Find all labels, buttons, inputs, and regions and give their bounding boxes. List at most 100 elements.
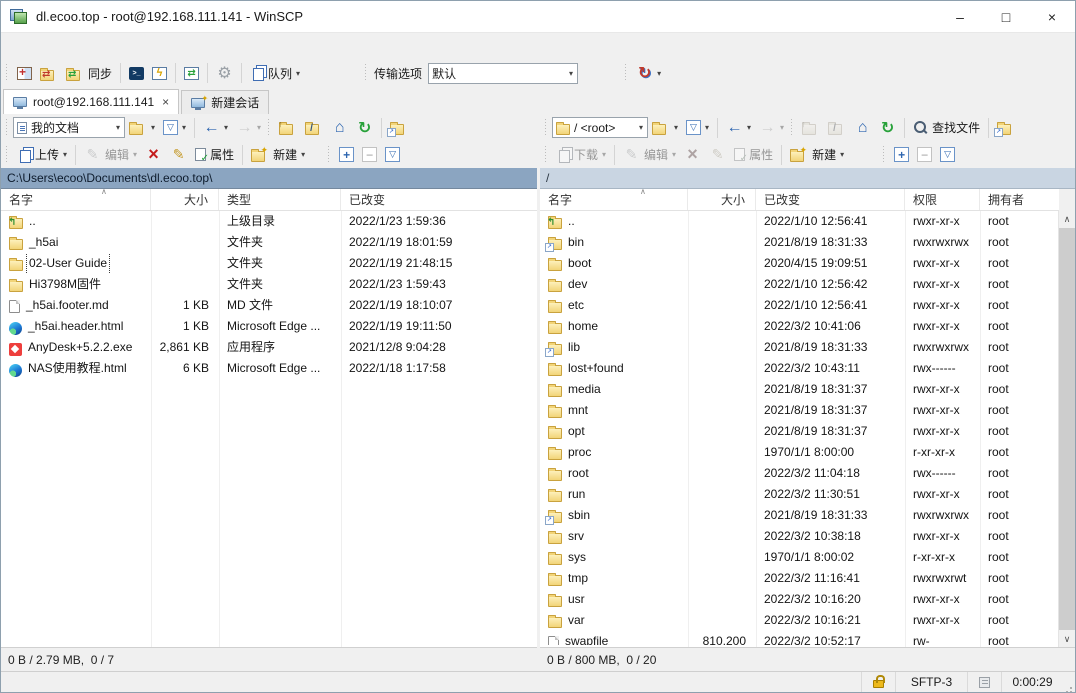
file-row[interactable]: _h5ai.footer.md 1 KB MD 文件 2022/1/19 18:… [1, 295, 537, 316]
toolbar-grip[interactable] [624, 64, 629, 82]
refresh-panels-button[interactable] [180, 61, 203, 85]
toolbar-grip[interactable] [544, 146, 549, 164]
file-row[interactable]: run 2022/3/2 11:30:51 rwxr-xr-x root [540, 484, 1059, 505]
file-row[interactable]: etc 2022/1/10 12:56:41 rwxr-xr-x root [540, 295, 1059, 316]
remote-select-button[interactable] [890, 143, 913, 167]
remote-selection-filter-button[interactable] [936, 143, 959, 167]
file-row[interactable]: .. 2022/1/10 12:56:41 rwxr-xr-x root [540, 211, 1059, 232]
local-rename-button[interactable] [166, 143, 191, 167]
close-button[interactable]: × [1029, 1, 1075, 32]
column-header-owner[interactable]: 拥有者 [980, 189, 1059, 210]
file-row[interactable]: bin 2021/8/19 18:31:33 rwxrwxrwx root [540, 232, 1059, 253]
local-follow-symlinks-button[interactable] [386, 116, 412, 140]
remote-follow-symlinks-button[interactable] [993, 116, 1019, 140]
file-row[interactable]: opt 2021/8/19 18:31:37 rwxr-xr-x root [540, 421, 1059, 442]
local-edit-button[interactable]: 编辑▾ [80, 143, 141, 167]
remote-forward-button[interactable]: ▾ [755, 116, 788, 140]
local-properties-button[interactable]: 属性 [191, 143, 238, 167]
preferences-button[interactable] [212, 61, 237, 85]
local-path-bar[interactable]: C:\Users\ecoo\Documents\dl.ecoo.top\ [1, 168, 537, 189]
toolbar-grip[interactable] [790, 119, 795, 137]
file-row[interactable]: swapfile 810,200 2022/3/2 10:52:17 rw- r… [540, 631, 1059, 645]
file-row[interactable]: media 2021/8/19 18:31:37 rwxr-xr-x root [540, 379, 1059, 400]
file-row[interactable]: NAS使用教程.html 6 KB Microsoft Edge ... 202… [1, 358, 537, 379]
local-open-dir-button[interactable]: ▾ [125, 116, 159, 140]
file-row[interactable]: tmp 2022/3/2 11:16:41 rwxrwxrwt root [540, 568, 1059, 589]
file-row[interactable]: dev 2022/1/10 12:56:42 rwxr-xr-x root [540, 274, 1059, 295]
file-row[interactable]: srv 2022/3/2 10:38:18 rwxr-xr-x root [540, 526, 1059, 547]
file-row[interactable]: lost+found 2022/3/2 10:43:11 rwx------ r… [540, 358, 1059, 379]
file-row[interactable]: Hi3798M固件 文件夹 2022/1/23 1:59:43 [1, 274, 537, 295]
remote-home-button[interactable] [850, 116, 875, 140]
remote-unselect-button[interactable] [913, 143, 936, 167]
file-row[interactable]: _h5ai.header.html 1 KB Microsoft Edge ..… [1, 316, 537, 337]
local-refresh-button[interactable] [352, 116, 377, 140]
toolbar-grip[interactable] [327, 146, 332, 164]
toolbar-grip[interactable] [267, 119, 272, 137]
local-home-button[interactable] [327, 116, 352, 140]
column-header-perms[interactable]: 权限 [905, 189, 980, 210]
open-terminal-button[interactable] [125, 61, 148, 85]
remote-path-bar[interactable]: / [540, 168, 1075, 189]
find-files-button[interactable]: 查找文件 [909, 116, 984, 140]
column-header-changed[interactable]: 已改变 [341, 189, 537, 210]
local-filter-button[interactable]: ▾ [159, 116, 190, 140]
local-new-button[interactable]: 新建▾ [247, 143, 309, 167]
transfer-preset-combo[interactable]: 默认 ▾ [428, 63, 578, 84]
new-session-tab[interactable]: 新建会话 [181, 90, 269, 114]
resize-grip[interactable] [1063, 680, 1075, 692]
local-parent-dir-button[interactable] [275, 116, 301, 140]
download-button[interactable]: 下载▾ [552, 143, 610, 167]
upload-button[interactable]: 上传▾ [13, 143, 71, 167]
toolbar-grip[interactable] [882, 146, 887, 164]
toolbar-grip[interactable] [5, 146, 10, 164]
layout-panels-button[interactable] [13, 61, 36, 85]
remote-open-dir-button[interactable]: ▾ [648, 116, 682, 140]
remote-back-button[interactable]: ▾ [722, 116, 755, 140]
local-unselect-button[interactable] [358, 143, 381, 167]
column-header-size[interactable]: 大小 [151, 189, 219, 210]
toolbar-grip[interactable] [364, 64, 369, 82]
remote-filter-button[interactable]: ▾ [682, 116, 713, 140]
local-delete-button[interactable] [141, 143, 166, 167]
toolbar-grip[interactable] [5, 119, 10, 137]
file-row[interactable]: lib 2021/8/19 18:31:33 rwxrwxrwx root [540, 337, 1059, 358]
open-putty-button[interactable] [148, 61, 171, 85]
file-row[interactable]: sys 1970/1/1 8:00:02 r-xr-xr-x root [540, 547, 1059, 568]
local-forward-button[interactable]: ▾ [232, 116, 265, 140]
file-row[interactable]: home 2022/3/2 10:41:06 rwxr-xr-x root [540, 316, 1059, 337]
local-select-button[interactable] [335, 143, 358, 167]
file-row[interactable]: proc 1970/1/1 8:00:00 r-xr-xr-x root [540, 442, 1059, 463]
remote-root-dir-button[interactable] [824, 116, 850, 140]
toolbar-grip[interactable] [544, 119, 549, 137]
session-tab[interactable]: root@192.168.111.141 × [3, 89, 179, 114]
scroll-up-icon[interactable] [1059, 211, 1075, 227]
column-header-name[interactable]: 名字 [1, 189, 151, 210]
scroll-down-icon[interactable] [1059, 631, 1075, 647]
column-header-changed[interactable]: 已改变 [756, 189, 905, 210]
local-drive-combo[interactable]: 我的文档 ▾ [13, 117, 125, 138]
local-selection-filter-button[interactable] [381, 143, 404, 167]
local-back-button[interactable]: ▾ [199, 116, 232, 140]
column-header-type[interactable]: 类型 [219, 189, 341, 210]
file-row[interactable]: AnyDesk+5.2.2.exe 2,861 KB 应用程序 2021/12/… [1, 337, 537, 358]
minimize-button[interactable]: – [937, 1, 983, 32]
toolbar-grip[interactable] [5, 64, 10, 82]
remote-new-button[interactable]: 新建▾ [786, 143, 848, 167]
remote-properties-button[interactable]: 属性 [730, 143, 777, 167]
file-row[interactable]: .. 上级目录 2022/1/23 1:59:36 [1, 211, 537, 232]
scrollbar-thumb[interactable] [1059, 228, 1075, 630]
close-session-icon[interactable]: × [162, 95, 169, 109]
file-row[interactable]: 02-User Guide 文件夹 2022/1/19 21:48:15 [1, 253, 537, 274]
file-row[interactable]: usr 2022/3/2 10:16:20 rwxr-xr-x root [540, 589, 1059, 610]
remote-refresh-button[interactable] [875, 116, 900, 140]
column-header-size[interactable]: 大小 [688, 189, 756, 210]
queue-button[interactable]: 队列▾ [246, 61, 304, 85]
file-row[interactable]: _h5ai 文件夹 2022/1/19 18:01:59 [1, 232, 537, 253]
remote-rename-button[interactable] [705, 143, 730, 167]
vertical-scrollbar[interactable] [1058, 211, 1075, 647]
file-row[interactable]: root 2022/3/2 11:04:18 rwx------ root [540, 463, 1059, 484]
local-root-dir-button[interactable] [301, 116, 327, 140]
file-row[interactable]: sbin 2021/8/19 18:31:33 rwxrwxrwx root [540, 505, 1059, 526]
synchronize-button[interactable]: 同步 [62, 61, 116, 85]
